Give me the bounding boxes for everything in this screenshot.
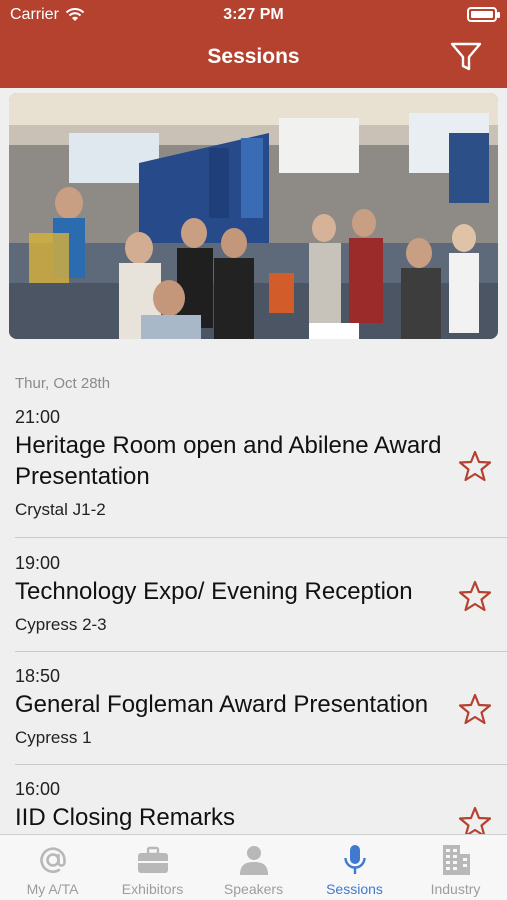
status-bar: Carrier 3:27 PM	[0, 0, 507, 32]
favorite-star-icon[interactable]	[458, 692, 492, 726]
tab-industry[interactable]: Industry	[405, 835, 506, 900]
battery-icon	[467, 7, 500, 22]
session-time: 18:50	[15, 666, 61, 686]
favorite-star-icon[interactable]	[458, 449, 492, 483]
list-divider	[15, 651, 507, 652]
session-time: 16:00	[15, 779, 61, 799]
list-divider	[15, 537, 507, 538]
tab-my-ata[interactable]: My A/TA	[2, 835, 103, 900]
session-time: 19:00	[15, 553, 61, 573]
session-item[interactable]: 19:00 Technology Expo/ Evening Reception…	[15, 553, 507, 635]
tab-label: Sessions	[326, 881, 383, 897]
session-room: Cypress 1	[15, 728, 92, 747]
hero-photo	[9, 93, 498, 339]
date-header: Thur, Oct 28th	[15, 375, 111, 392]
person-icon	[239, 846, 268, 875]
session-room: Cypress 2-3	[15, 615, 107, 634]
briefcase-icon	[137, 846, 168, 873]
tab-label: Exhibitors	[121, 881, 184, 897]
building-icon	[442, 845, 470, 875]
session-room: Crystal J1-2	[15, 500, 106, 519]
tab-exhibitors[interactable]: Exhibitors	[102, 835, 203, 900]
tab-label: Industry	[430, 881, 481, 897]
tab-label: Speakers	[223, 881, 284, 897]
tab-label: My A/TA	[26, 881, 79, 897]
microphone-icon	[343, 845, 366, 874]
session-item[interactable]: 21:00 Heritage Room open and Abilene Awa…	[15, 407, 507, 520]
tab-sessions[interactable]: Sessions	[304, 835, 405, 900]
list-divider	[15, 764, 507, 765]
status-time: 3:27 PM	[223, 6, 284, 23]
session-title: IID Closing Remarks	[15, 804, 236, 831]
session-item[interactable]: 16:00 IID Closing Remarks	[15, 779, 507, 838]
favorite-star-icon[interactable]	[458, 579, 492, 613]
session-item[interactable]: 18:50 General Fogleman Award Presentatio…	[15, 666, 507, 748]
session-title: Technology Expo/ Evening Reception	[15, 578, 413, 605]
filter-icon[interactable]	[449, 40, 483, 74]
app-header: Carrier 3:27 PM Sessions	[0, 0, 507, 88]
session-title: General Fogleman Award Presentation	[15, 691, 429, 718]
session-title: Heritage Room open and Abilene Award Pre…	[15, 432, 442, 490]
tab-speakers[interactable]: Speakers	[203, 835, 304, 900]
tab-bar: My A/TA Exhibitors Speakers Sessions Ind…	[0, 834, 507, 900]
page-title: Sessions	[207, 45, 300, 68]
session-time: 21:00	[15, 407, 61, 427]
at-sign-icon	[39, 847, 66, 873]
